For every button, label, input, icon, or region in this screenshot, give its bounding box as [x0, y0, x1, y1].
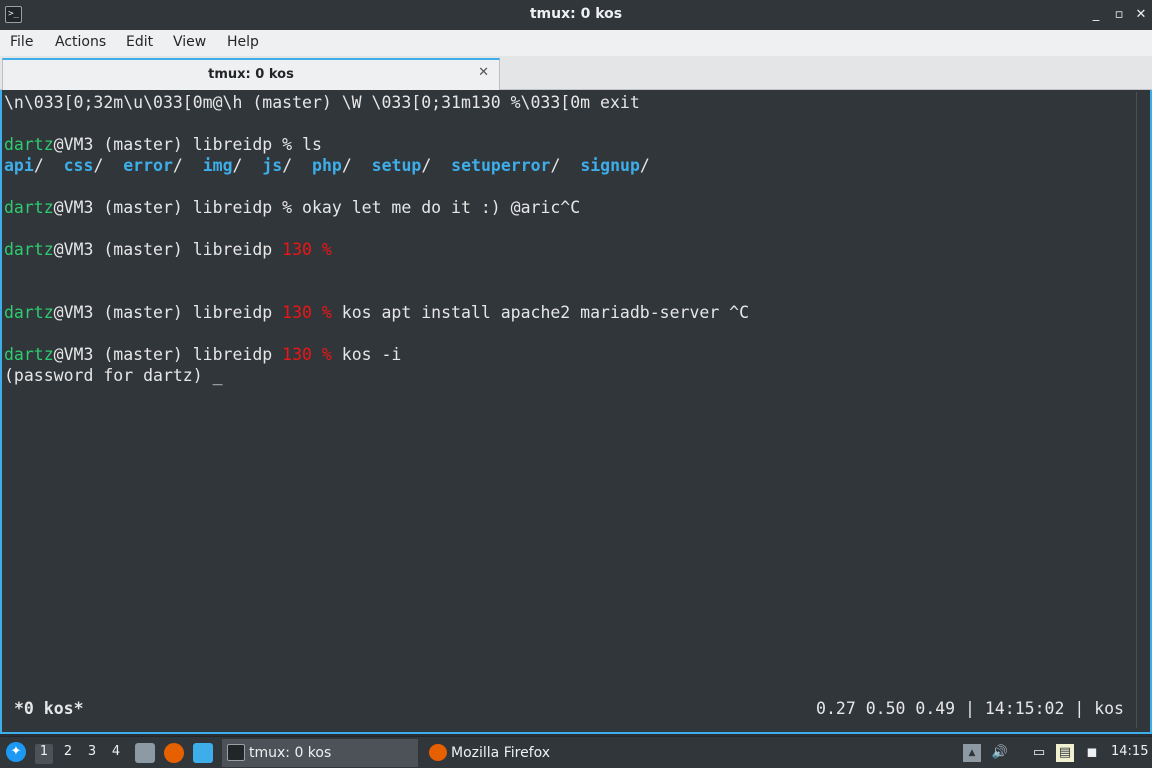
terminal-line: dartz@VM3 (master) libreidp 130 % kos -i: [4, 344, 1132, 365]
dir-entry: api: [4, 156, 34, 175]
prompt-user: dartz: [4, 303, 54, 322]
prompt-exit-code: 130 %: [282, 303, 342, 322]
workspace-2[interactable]: 2: [59, 744, 77, 764]
terminal-cursor: _: [212, 366, 223, 385]
show-desktop-icon[interactable]: [193, 743, 213, 763]
task-button-terminal[interactable]: tmux: 0 kos: [222, 739, 418, 767]
prompt-user: dartz: [4, 345, 54, 364]
password-prompt: (password for dartz): [4, 366, 213, 385]
menu-actions[interactable]: Actions: [55, 34, 106, 50]
tmux-status-bar: *0 kos* 0.27 0.50 0.49 | 14:15:02 | kos: [4, 699, 1132, 721]
dir-entry: setuperror: [451, 156, 551, 175]
terminal-scrollbar[interactable]: [1136, 92, 1148, 728]
task-label: tmux: 0 kos: [249, 745, 332, 761]
updates-icon[interactable]: ◼: [1083, 744, 1101, 762]
menu-bar: File Actions Edit View Help: [0, 30, 1152, 56]
tray-expand-icon[interactable]: ▲: [963, 744, 981, 762]
firefox-icon: [429, 744, 447, 761]
menu-edit[interactable]: Edit: [126, 34, 153, 50]
command-text: kos apt install apache2 mariadb-server ^…: [341, 303, 750, 322]
maximize-button[interactable]: ▫: [1111, 7, 1127, 23]
prompt-host: @VM3 (master) libreidp: [53, 345, 283, 364]
terminal-line: dartz@VM3 (master) libreidp 130 %: [4, 239, 1132, 260]
command-text: kos -i: [341, 345, 402, 364]
dir-entry: js: [262, 156, 283, 175]
dir-entry: css: [63, 156, 94, 175]
prompt-user: dartz: [4, 135, 54, 154]
dir-entry: setup: [371, 156, 422, 175]
tab-close-icon[interactable]: ✕: [478, 65, 489, 80]
terminal-line: dartz@VM3 (master) libreidp % ls: [4, 134, 1132, 155]
prompt-symbol: %: [282, 198, 303, 217]
clock[interactable]: 14:15: [1111, 744, 1148, 759]
terminal-line: (password for dartz) _: [4, 365, 1132, 386]
workspace-4[interactable]: 4: [107, 744, 125, 764]
tmux-status-right: 0.27 0.50 0.49 | 14:15:02 | kos: [816, 699, 1124, 718]
prompt-host: @VM3 (master) libreidp: [53, 240, 283, 259]
prompt-user: dartz: [4, 198, 54, 217]
clipboard-icon[interactable]: ▤: [1056, 744, 1074, 762]
workspace-1[interactable]: 1: [35, 744, 53, 764]
prompt-exit-code: 130 %: [282, 240, 342, 259]
prompt-host: @VM3 (master) libreidp: [53, 303, 283, 322]
terminal-icon: [227, 744, 245, 761]
prompt-host: @VM3 (master) libreidp: [53, 198, 283, 217]
taskbar: ✦ 1 2 3 4 tmux: 0 kos Mozilla Firefox ▲ …: [0, 736, 1152, 768]
file-manager-icon[interactable]: [135, 743, 155, 763]
tab-tmux[interactable]: tmux: 0 kos ✕: [2, 58, 500, 90]
prompt-host: @VM3 (master) libreidp: [53, 135, 283, 154]
network-icon[interactable]: ▭: [1030, 744, 1048, 762]
dir-entry: img: [202, 156, 233, 175]
prompt-exit-code: 130 %: [282, 345, 342, 364]
prompt-user: dartz: [4, 240, 54, 259]
dir-entry: signup: [580, 156, 640, 175]
task-label: Mozilla Firefox: [451, 745, 551, 761]
menu-help[interactable]: Help: [227, 34, 259, 50]
tab-label: tmux: 0 kos: [208, 67, 294, 82]
volume-icon[interactable]: 🔊: [991, 744, 1009, 762]
tab-bar: tmux: 0 kos ✕: [0, 56, 1152, 90]
firefox-icon[interactable]: [164, 743, 184, 763]
task-button-firefox[interactable]: Mozilla Firefox: [424, 739, 620, 767]
terminal-output: \n\033[0;32m\u\033[0m@\h (master) \W \03…: [4, 92, 1132, 386]
window-title: tmux: 0 kos: [529, 6, 623, 22]
tmux-window-list: *0 kos*: [14, 699, 84, 718]
workspace-3[interactable]: 3: [83, 744, 101, 764]
window-titlebar[interactable]: >_ tmux: 0 kos _ ▫ ✕: [0, 0, 1152, 30]
terminal-line: dartz@VM3 (master) libreidp 130 % kos ap…: [4, 302, 1132, 323]
app-launcher-icon[interactable]: ✦: [6, 742, 26, 762]
terminal-line: \n\033[0;32m\u\033[0m@\h (master) \W \03…: [4, 93, 640, 112]
terminal-line: api/ css/ error/ img/ js/ php/ setup/ se…: [4, 156, 650, 175]
command-text: ls: [302, 135, 322, 154]
terminal-view[interactable]: \n\033[0;32m\u\033[0m@\h (master) \W \03…: [0, 90, 1152, 734]
close-button[interactable]: ✕: [1133, 7, 1149, 23]
dir-entry: error: [123, 156, 173, 175]
menu-file[interactable]: File: [10, 34, 33, 50]
menu-view[interactable]: View: [173, 34, 206, 50]
minimize-button[interactable]: _: [1088, 7, 1104, 23]
dir-entry: php: [312, 156, 342, 175]
prompt-symbol: %: [282, 135, 303, 154]
command-text: okay let me do it :) @aric^C: [302, 198, 581, 217]
terminal-line: dartz@VM3 (master) libreidp % okay let m…: [4, 197, 1132, 218]
